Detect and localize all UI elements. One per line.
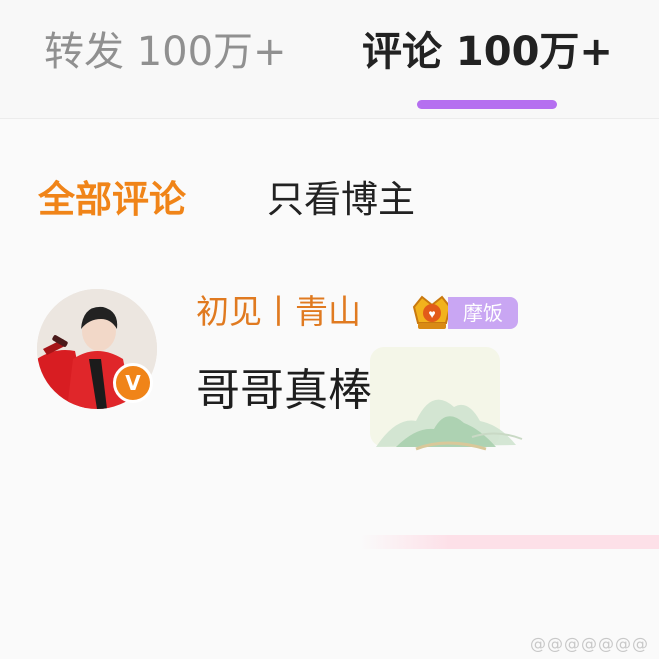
next-comment-highlight [360,535,659,549]
filter-all-comments[interactable]: 全部评论 [38,177,186,223]
watermark: @@@@@@@ [530,634,649,653]
mountain-landscape-icon [376,399,523,451]
fan-badge: 摩饭 [448,297,518,329]
tab-reposts[interactable]: 转发 100万+ [44,26,287,78]
svg-text:♥: ♥ [428,307,435,321]
active-tab-indicator [417,100,557,109]
comment-filter-bar: 全部评论 只看博主 [0,119,659,259]
verified-badge: V [113,363,153,403]
comment-item: V 初见丨青山 ♥ 摩饭 哥哥真棒 [0,259,659,659]
comment-username[interactable]: 初见丨青山 [196,291,361,333]
tab-bar: 转发 100万+ 评论 100万+ [0,0,659,119]
comment-text: 哥哥真棒 [196,365,372,416]
tab-comments[interactable]: 评论 100万+ [362,26,613,78]
filter-blogger-only[interactable]: 只看博主 [267,177,415,223]
